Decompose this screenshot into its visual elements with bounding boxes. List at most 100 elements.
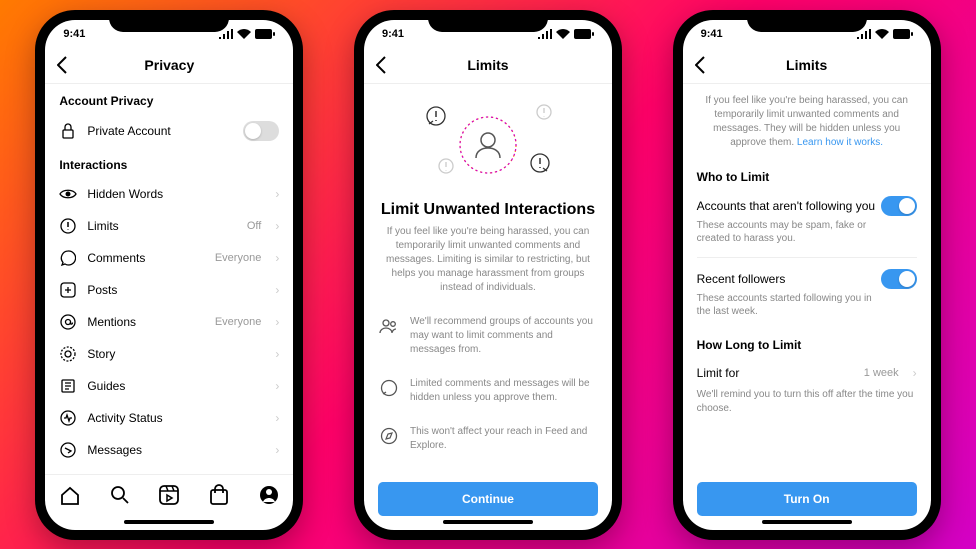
notch xyxy=(747,10,867,32)
battery-icon xyxy=(255,29,275,39)
divider xyxy=(697,257,917,258)
home-indicator xyxy=(762,520,852,524)
status-icons xyxy=(538,29,594,39)
status-time: 9:41 xyxy=(382,28,404,40)
alert-circle-icon xyxy=(59,217,77,235)
limit-for-row[interactable]: Limit for 1 week › xyxy=(697,358,917,388)
back-button[interactable] xyxy=(376,56,386,74)
home-indicator xyxy=(443,520,533,524)
option-title: Recent followers xyxy=(697,272,786,286)
guides-icon xyxy=(59,377,77,395)
story-icon xyxy=(59,345,77,363)
row-activity-status[interactable]: Activity Status › xyxy=(59,402,279,434)
home-indicator xyxy=(124,520,214,524)
page-title: Limits xyxy=(467,57,508,73)
back-button[interactable] xyxy=(695,56,705,74)
chevron-right-icon: › xyxy=(275,411,279,425)
status-icons xyxy=(857,29,913,39)
section-account-privacy: Account Privacy xyxy=(59,94,279,108)
hero-illustration xyxy=(408,98,568,193)
status-icons xyxy=(219,29,275,39)
wifi-icon xyxy=(875,29,889,39)
plus-square-icon xyxy=(59,281,77,299)
chevron-right-icon: › xyxy=(275,443,279,457)
tab-reels[interactable] xyxy=(158,484,180,506)
row-value: Everyone xyxy=(215,252,261,264)
bullet-hidden: Limited comments and messages will be hi… xyxy=(378,377,598,405)
lock-icon xyxy=(59,122,77,140)
row-label: Story xyxy=(87,347,261,361)
turn-on-button[interactable]: Turn On xyxy=(697,482,917,516)
tab-profile[interactable] xyxy=(258,484,280,506)
compass-icon xyxy=(378,425,400,447)
row-value: Everyone xyxy=(215,316,261,328)
back-button[interactable] xyxy=(57,56,67,74)
tab-home[interactable] xyxy=(59,484,81,506)
option-title: Accounts that aren't following you xyxy=(697,199,875,213)
chevron-right-icon: › xyxy=(275,283,279,297)
messages-icon xyxy=(59,441,77,459)
bullet-text: Limited comments and messages will be hi… xyxy=(410,377,598,405)
continue-button[interactable]: Continue xyxy=(378,482,598,516)
row-mentions[interactable]: Mentions Everyone › xyxy=(59,306,279,338)
private-account-label: Private Account xyxy=(87,124,233,138)
learn-link[interactable]: Learn how it works. xyxy=(797,137,883,148)
chevron-right-icon: › xyxy=(275,219,279,233)
section-how-long: How Long to Limit xyxy=(697,338,917,352)
chevron-right-icon: › xyxy=(275,251,279,265)
section-interactions: Interactions xyxy=(59,158,279,172)
status-time: 9:41 xyxy=(63,28,85,40)
tab-search[interactable] xyxy=(109,484,131,506)
status-time: 9:41 xyxy=(701,28,723,40)
private-account-toggle[interactable] xyxy=(243,121,279,141)
row-story[interactable]: Story › xyxy=(59,338,279,370)
row-label: Mentions xyxy=(87,315,205,329)
row-label: Hidden Words xyxy=(87,187,251,201)
row-label: Activity Status xyxy=(87,411,261,425)
bullet-reach: This won't affect your reach in Feed and… xyxy=(378,425,598,453)
row-limits[interactable]: Limits Off › xyxy=(59,210,279,242)
row-value: Off xyxy=(247,220,261,232)
row-label: Guides xyxy=(87,379,261,393)
phone-limits-intro: 9:41 Limits xyxy=(354,10,622,540)
hero-title: Limit Unwanted Interactions xyxy=(378,201,598,219)
row-messages[interactable]: Messages › xyxy=(59,434,279,466)
row-comments[interactable]: Comments Everyone › xyxy=(59,242,279,274)
chat-icon xyxy=(378,377,400,399)
row-label: Posts xyxy=(87,283,261,297)
chevron-right-icon: › xyxy=(913,366,917,380)
chevron-right-icon: › xyxy=(275,379,279,393)
cta-label: Continue xyxy=(462,492,514,506)
row-hidden-words[interactable]: Hidden Words › xyxy=(59,178,279,210)
tab-bar xyxy=(45,474,293,516)
hero-description: If you feel like you're being harassed, … xyxy=(378,225,598,295)
comment-icon xyxy=(59,249,77,267)
section-who-to-limit: Who to Limit xyxy=(697,170,917,184)
toggle-not-following[interactable] xyxy=(881,196,917,216)
row-guides[interactable]: Guides › xyxy=(59,370,279,402)
private-account-row[interactable]: Private Account xyxy=(59,114,279,148)
header: Privacy xyxy=(45,48,293,84)
battery-icon xyxy=(574,29,594,39)
chevron-right-icon: › xyxy=(275,347,279,361)
row-posts[interactable]: Posts › xyxy=(59,274,279,306)
tab-shop[interactable] xyxy=(208,484,230,506)
info-text: If you feel like you're being harassed, … xyxy=(697,84,917,160)
phone-limits-settings: 9:41 Limits If you feel like you're bein… xyxy=(673,10,941,540)
phone-privacy: 9:41 Privacy Account Privacy Private Acc… xyxy=(35,10,303,540)
bullet-text: We'll recommend groups of accounts you m… xyxy=(410,315,598,357)
activity-icon xyxy=(59,409,77,427)
row-label: Limits xyxy=(87,219,237,233)
battery-icon xyxy=(893,29,913,39)
bullet-recommend: We'll recommend groups of accounts you m… xyxy=(378,315,598,357)
toggle-recent-followers[interactable] xyxy=(881,269,917,289)
cta-label: Turn On xyxy=(784,492,830,506)
row-label: Messages xyxy=(87,443,261,457)
page-title: Limits xyxy=(786,57,827,73)
people-icon xyxy=(378,315,400,337)
option-not-following: Accounts that aren't following you These… xyxy=(697,190,917,251)
notch xyxy=(428,10,548,32)
chevron-right-icon: › xyxy=(275,315,279,329)
row-label: Comments xyxy=(87,251,205,265)
header: Limits xyxy=(683,48,931,84)
